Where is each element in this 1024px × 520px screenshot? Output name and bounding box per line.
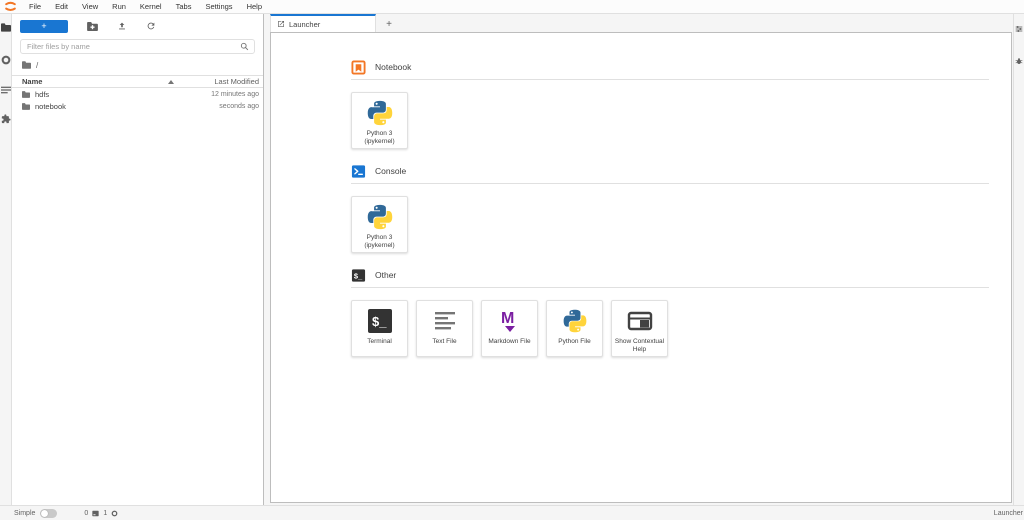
launcher-card-python3-notebook[interactable]: Python 3 (ipykernel) [351, 92, 408, 149]
section-other: $_ Other $_ [351, 267, 989, 357]
terminals-count: 0 [84, 510, 88, 517]
section-divider [351, 183, 989, 184]
search-icon [240, 42, 249, 51]
python-logo-icon [366, 99, 394, 127]
section-divider [351, 287, 989, 288]
new-tab-button[interactable]: + [376, 16, 402, 32]
section-divider [351, 79, 989, 80]
section-console: Console Python 3 (ipykernel) [351, 163, 989, 253]
file-row-hdfs[interactable]: hdfs 12 minutes ago [12, 88, 263, 100]
text-file-icon [431, 307, 459, 335]
launcher-card-terminal[interactable]: $_ Terminal [351, 300, 408, 357]
jupyterlab-window: File Edit View Run Kernel Tabs Settings … [0, 0, 1024, 520]
home-folder-icon [22, 61, 31, 69]
tab-label: Launcher [289, 20, 320, 29]
launcher-icon [277, 20, 285, 28]
section-notebook: Notebook Python 3 (ipykernel) [351, 59, 989, 149]
new-launcher-button[interactable]: + [20, 20, 68, 33]
terminal-icon: $_ [351, 268, 366, 283]
menu-run[interactable]: Run [105, 0, 133, 13]
file-modified: seconds ago [219, 103, 259, 110]
terminal-mini-icon [92, 510, 99, 517]
launcher-panel: Notebook Python 3 (ipykernel) [270, 32, 1012, 503]
current-activity-label: Launcher [994, 510, 1023, 517]
simple-mode-label: Simple [14, 510, 35, 517]
menu-help[interactable]: Help [240, 0, 269, 13]
kernel-sessions-status[interactable]: 0 1 [84, 510, 118, 517]
menu-tabs[interactable]: Tabs [169, 0, 199, 13]
file-list-header: Name Last Modified [12, 75, 263, 88]
refresh-icon[interactable] [146, 21, 156, 31]
toggle-knob [41, 510, 48, 517]
folder-icon [22, 103, 30, 110]
section-title: Other [375, 270, 396, 280]
card-label: Python 3 (ipykernel) [364, 130, 394, 145]
filter-files-input[interactable] [21, 42, 240, 51]
section-title: Console [375, 166, 406, 176]
folder-icon [22, 91, 30, 98]
menu-view[interactable]: View [75, 0, 105, 13]
tab-launcher[interactable]: Launcher [270, 14, 376, 32]
file-row-notebook[interactable]: notebook seconds ago [12, 100, 263, 112]
menu-kernel[interactable]: Kernel [133, 0, 169, 13]
file-name: notebook [35, 102, 66, 111]
file-name: hdfs [35, 90, 49, 99]
menu-bar: File Edit View Run Kernel Tabs Settings … [0, 0, 1024, 14]
table-of-contents-icon[interactable] [0, 84, 12, 96]
file-browser-icon[interactable] [0, 21, 12, 33]
notebook-icon [351, 60, 366, 75]
python-logo-icon [561, 307, 589, 335]
kernels-count: 1 [103, 510, 107, 517]
svg-text:$_: $_ [354, 271, 363, 280]
filter-files-searchbox [20, 39, 255, 54]
running-sessions-icon[interactable] [0, 54, 12, 66]
upload-icon[interactable] [117, 21, 127, 31]
new-folder-icon[interactable] [87, 22, 98, 31]
launcher-card-text-file[interactable]: Text File [416, 300, 473, 357]
console-icon [351, 164, 366, 179]
card-label: Markdown File [488, 338, 530, 346]
launcher-card-contextual-help[interactable]: Show Contextual Help [611, 300, 668, 357]
debugger-icon[interactable] [1013, 55, 1024, 67]
svg-text:$_: $_ [372, 314, 387, 329]
menu-edit[interactable]: Edit [48, 0, 75, 13]
launcher-card-python3-console[interactable]: Python 3 (ipykernel) [351, 196, 408, 253]
left-sidebar [0, 14, 12, 505]
file-modified: 12 minutes ago [211, 91, 259, 98]
menu-file[interactable]: File [22, 0, 48, 13]
sort-ascending-icon [168, 80, 174, 84]
svg-text:M: M [501, 310, 514, 327]
kernel-mini-icon [111, 510, 118, 517]
file-browser-panel: + [12, 14, 264, 505]
extension-manager-icon[interactable] [0, 113, 12, 125]
card-label: Terminal [367, 338, 392, 346]
contextual-help-icon [626, 307, 654, 335]
jupyter-logo-icon [3, 1, 18, 13]
file-browser-toolbar: + [20, 19, 255, 33]
terminal-icon: $_ [366, 307, 394, 335]
menu-settings[interactable]: Settings [198, 0, 239, 13]
launcher-card-markdown-file[interactable]: M Markdown File [481, 300, 538, 357]
column-header-last-modified[interactable]: Last Modified [214, 77, 259, 86]
column-header-name[interactable]: Name [22, 77, 42, 86]
property-inspector-icon[interactable] [1013, 23, 1024, 35]
markdown-icon: M [496, 307, 524, 335]
card-label: Python 3 (ipykernel) [364, 234, 394, 249]
python-logo-icon [366, 203, 394, 231]
section-title: Notebook [375, 62, 411, 72]
launcher-card-python-file[interactable]: Python File [546, 300, 603, 357]
card-label: Text File [432, 338, 456, 346]
card-label: Show Contextual Help [615, 338, 664, 353]
status-bar: Simple 0 1 Launcher [0, 505, 1024, 520]
breadcrumb[interactable]: / [22, 59, 253, 71]
tab-bar: Launcher + [265, 14, 1013, 32]
breadcrumb-root[interactable]: / [36, 61, 38, 70]
right-sidebar [1013, 14, 1024, 505]
simple-mode-toggle[interactable] [40, 509, 57, 518]
card-label: Python File [558, 338, 591, 346]
